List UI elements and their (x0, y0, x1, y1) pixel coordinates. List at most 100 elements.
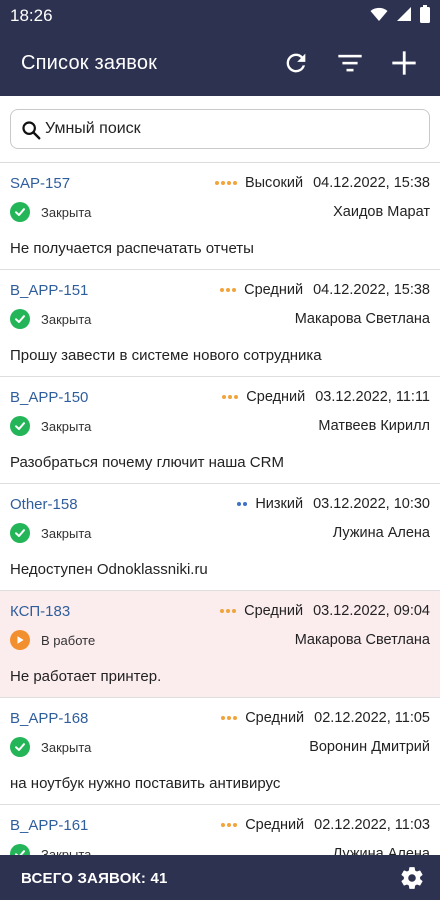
ticket-status: Закрыта (10, 202, 91, 222)
ticket-assignee: Хаидов Марат (333, 204, 430, 220)
ticket-assignee: Макарова Светлана (294, 311, 430, 327)
ticket-date: 03.12.2022, 10:30 (313, 496, 430, 512)
priority-dots-icon (222, 395, 239, 399)
check-circle-icon (10, 844, 30, 855)
ticket-title: на ноутбук нужно поставить антивирус (10, 775, 281, 792)
ticket-priority: Средний (245, 710, 305, 726)
priority-dots-icon (214, 181, 237, 185)
check-circle-icon (10, 416, 30, 436)
ticket-row[interactable]: B_APP-161 Средний 02.12.2022, 11:03 Закрыта… (0, 805, 440, 855)
app-bar: Список заявок (0, 30, 440, 96)
add-button[interactable] (388, 47, 420, 79)
ticket-status-label: В работе (41, 632, 96, 648)
search-box[interactable] (10, 109, 430, 149)
ticket-date: 02.12.2022, 11:03 (314, 817, 430, 833)
ticket-title: Не получается распечатать отчеты (10, 240, 254, 257)
priority-dots-icon (220, 288, 237, 292)
search-icon (22, 121, 41, 140)
page-title: Список заявок (21, 52, 158, 74)
ticket-list: SAP-157 Высокий 04.12.2022, 15:38 Закрыта Ха… (0, 163, 440, 855)
ticket-status-label: Закрыта (41, 311, 92, 327)
filter-icon (338, 54, 362, 72)
priority-dots-icon (220, 609, 237, 613)
total-label: ВСЕГО ЗАЯВОК: (21, 870, 147, 887)
ticket-meta: Средний 03.12.2022, 09:04 (220, 603, 430, 619)
ticket-id[interactable]: B_APP-161 (10, 817, 88, 834)
wifi-icon (370, 7, 388, 21)
ticket-meta: Средний 03.12.2022, 11:11 (222, 389, 430, 405)
settings-button[interactable] (398, 864, 426, 892)
priority-dots-icon (221, 823, 238, 827)
ticket-row[interactable]: B_APP-151 Средний 04.12.2022, 15:38 Закрыта… (0, 270, 440, 377)
check-circle-icon (10, 737, 30, 757)
plus-icon (392, 51, 416, 75)
priority-dots-icon (221, 716, 238, 720)
ticket-status-label: Закрыта (41, 418, 92, 434)
ticket-date: 03.12.2022, 09:04 (313, 603, 430, 619)
ticket-title: Разобраться почему глючит наша CRM (10, 454, 284, 471)
ticket-row[interactable]: КСП-183 Средний 03.12.2022, 09:04 В работе М… (0, 591, 440, 698)
ticket-date: 04.12.2022, 15:38 (313, 175, 430, 191)
ticket-priority: Низкий (255, 496, 304, 512)
ticket-id[interactable]: SAP-157 (10, 175, 70, 192)
filter-button[interactable] (334, 47, 366, 79)
ticket-status: Закрыта (10, 737, 91, 757)
ticket-assignee: Лужина Алена (332, 525, 430, 541)
check-circle-icon (10, 309, 30, 329)
ticket-priority: Средний (244, 282, 304, 298)
refresh-button[interactable] (280, 47, 312, 79)
ticket-status: Закрыта (10, 844, 91, 855)
ticket-meta: Средний 04.12.2022, 15:38 (220, 282, 430, 298)
ticket-priority: Высокий (244, 175, 304, 191)
check-circle-icon (10, 202, 30, 222)
ticket-status-label: Закрыта (41, 739, 92, 755)
app-actions (280, 47, 420, 79)
ticket-priority: Средний (245, 817, 305, 833)
search-bar (0, 96, 440, 163)
ticket-id[interactable]: B_APP-151 (10, 282, 88, 299)
ticket-title: Недоступен Odnoklassniki.ru (10, 561, 208, 578)
ticket-meta: Средний 02.12.2022, 11:05 (221, 710, 430, 726)
search-input[interactable] (45, 110, 421, 148)
battery-icon (420, 5, 430, 23)
priority-dots-icon (237, 502, 248, 506)
check-circle-icon (10, 523, 30, 543)
ticket-meta: Низкий 03.12.2022, 10:30 (237, 496, 430, 512)
ticket-meta: Высокий 04.12.2022, 15:38 (214, 175, 430, 191)
ticket-title: Не работает принтер. (10, 668, 162, 685)
ticket-id[interactable]: B_APP-168 (10, 710, 88, 727)
ticket-priority: Средний (246, 389, 306, 405)
ticket-priority: Средний (244, 603, 304, 619)
status-icons (370, 5, 430, 23)
ticket-status: Закрыта (10, 416, 91, 436)
ticket-id[interactable]: B_APP-150 (10, 389, 88, 406)
ticket-title: Прошу завести в системе нового сотрудник… (10, 347, 322, 364)
ticket-assignee: Лужина Алена (332, 846, 430, 855)
ticket-id[interactable]: Other-158 (10, 496, 78, 513)
ticket-row[interactable]: B_APP-150 Средний 03.12.2022, 11:11 Закрыта… (0, 377, 440, 484)
total-value: 41 (150, 870, 168, 887)
play-circle-icon (10, 630, 30, 650)
ticket-status-label: Закрыта (41, 525, 92, 541)
ticket-status: В работе (10, 630, 95, 650)
ticket-id[interactable]: КСП-183 (10, 603, 70, 620)
ticket-date: 02.12.2022, 11:05 (314, 710, 430, 726)
signal-icon (397, 7, 411, 21)
ticket-meta: Средний 02.12.2022, 11:03 (221, 817, 430, 833)
total-count: ВСЕГО ЗАЯВОК: 41 (21, 870, 168, 887)
ticket-status: Закрыта (10, 523, 91, 543)
ticket-date: 04.12.2022, 15:38 (313, 282, 430, 298)
status-time: 18:26 (10, 6, 53, 25)
ticket-assignee: Воронин Дмитрий (309, 739, 430, 755)
gear-icon (401, 867, 423, 889)
ticket-assignee: Макарова Светлана (294, 632, 430, 648)
ticket-row[interactable]: Other-158 Низкий 03.12.2022, 10:30 Закрыта Л… (0, 484, 440, 591)
status-bar: 18:26 (0, 0, 440, 30)
bottom-bar: ВСЕГО ЗАЯВОК: 41 (0, 855, 440, 900)
ticket-row[interactable]: B_APP-168 Средний 02.12.2022, 11:05 Закрыта… (0, 698, 440, 805)
ticket-status-label: Закрыта (41, 846, 92, 856)
ticket-status: Закрыта (10, 309, 91, 329)
ticket-row[interactable]: SAP-157 Высокий 04.12.2022, 15:38 Закрыта Ха… (0, 163, 440, 270)
ticket-assignee: Матвеев Кирилл (318, 418, 430, 434)
ticket-date: 03.12.2022, 11:11 (315, 389, 430, 405)
